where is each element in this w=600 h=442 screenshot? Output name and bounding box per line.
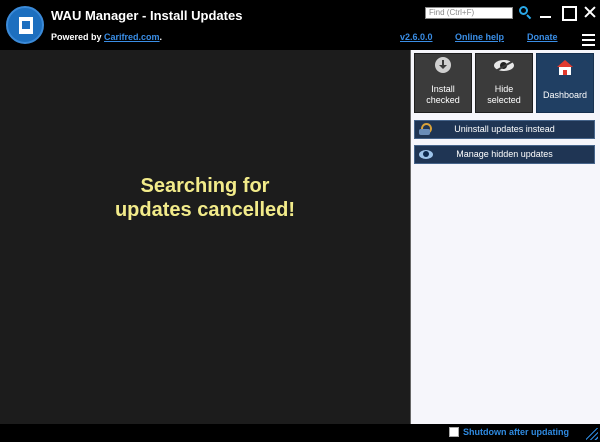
uninstall-updates-label: Uninstall updates instead xyxy=(454,124,555,134)
install-checked-line2: checked xyxy=(426,95,460,105)
maximize-icon[interactable] xyxy=(560,4,577,21)
powered-by-suffix: . xyxy=(159,32,163,42)
app-logo-icon xyxy=(6,6,44,44)
action-panel: Install checked Hide selected Dashboard … xyxy=(410,50,600,424)
download-icon xyxy=(435,57,451,73)
install-checked-line1: Install xyxy=(431,84,455,94)
uninstall-icon xyxy=(419,123,432,136)
powered-by-prefix: Powered by xyxy=(51,32,105,42)
home-icon xyxy=(557,60,574,76)
hide-selected-line2: selected xyxy=(487,95,521,105)
uninstall-updates-button[interactable]: Uninstall updates instead xyxy=(414,120,595,139)
status-bar: Shutdown after updating xyxy=(0,424,600,442)
minimize-icon[interactable] xyxy=(538,4,554,20)
status-line-1: Searching for xyxy=(140,175,270,197)
title-bar: WAU Manager - Install Updates Powered by… xyxy=(0,0,600,50)
status-message: Searching for updates cancelled! xyxy=(0,174,410,222)
eye-icon xyxy=(419,150,433,159)
updates-list-area: Searching for updates cancelled! xyxy=(0,50,410,424)
manage-hidden-updates-button[interactable]: Manage hidden updates xyxy=(414,145,595,164)
manage-hidden-label: Manage hidden updates xyxy=(456,149,553,159)
find-input[interactable]: Find (Ctrl+F) xyxy=(425,7,513,19)
resize-grip-icon[interactable] xyxy=(586,428,598,440)
version-link[interactable]: v2.6.0.0 xyxy=(400,32,433,42)
search-icon[interactable] xyxy=(518,5,532,20)
hide-selected-button[interactable]: Hide selected xyxy=(475,53,533,113)
shutdown-label[interactable]: Shutdown after updating xyxy=(463,427,569,437)
shutdown-checkbox[interactable] xyxy=(449,427,459,437)
hide-selected-line1: Hide xyxy=(494,84,514,94)
close-icon[interactable] xyxy=(582,4,598,20)
powered-by: Powered by Carifred.com. xyxy=(51,32,162,42)
app-title: WAU Manager - Install Updates xyxy=(51,8,243,23)
hamburger-menu-icon[interactable] xyxy=(582,34,595,46)
online-help-link[interactable]: Online help xyxy=(455,32,504,42)
donate-link[interactable]: Donate xyxy=(527,32,558,42)
dashboard-label: Dashboard xyxy=(542,90,588,100)
status-line-2: updates cancelled! xyxy=(114,199,296,221)
eye-slash-icon xyxy=(494,60,514,71)
install-checked-button[interactable]: Install checked xyxy=(414,53,472,113)
dashboard-button[interactable]: Dashboard xyxy=(536,53,594,113)
carifred-link[interactable]: Carifred.com xyxy=(104,32,160,42)
